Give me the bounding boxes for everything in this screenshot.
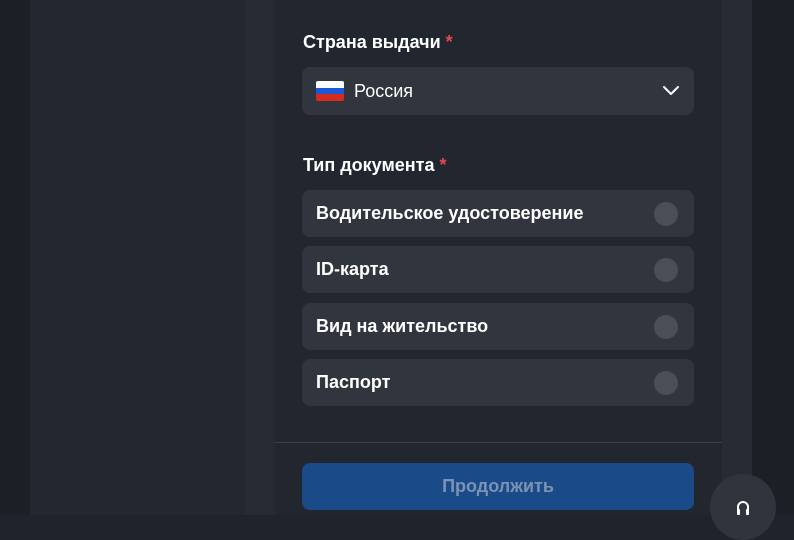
side-panel [30, 0, 245, 515]
required-mark: * [445, 32, 453, 52]
country-select[interactable]: Россия [302, 67, 694, 115]
chevron-down-icon [663, 86, 679, 95]
verification-form-card: Страна выдачи * Россия Тип документа * Вод… [275, 0, 722, 515]
support-chat-button[interactable] [710, 474, 776, 540]
background-gap [245, 0, 275, 515]
required-mark: * [439, 155, 447, 175]
footer-divider [275, 442, 722, 443]
doc-option-residence-permit[interactable]: Вид на жительство [302, 303, 694, 350]
radio-button[interactable] [654, 370, 678, 395]
doc-option-id-card[interactable]: ID-карта [302, 246, 694, 293]
country-label: Страна выдачи * [303, 32, 453, 53]
doc-option-label: Паспорт [316, 372, 391, 392]
background-far-right [752, 0, 794, 515]
doc-type-label: Тип документа * [303, 155, 447, 176]
background-right-gap [722, 0, 752, 515]
doc-option-drivers-license[interactable]: Водительское удостоверение [302, 190, 694, 237]
continue-button[interactable]: Продолжить [302, 463, 694, 510]
doc-type-label-text: Тип документа [303, 155, 435, 175]
doc-option-label: Вид на жительство [316, 316, 489, 336]
doc-option-passport[interactable]: Паспорт [302, 359, 694, 406]
radio-button[interactable] [654, 314, 678, 339]
country-label-text: Страна выдачи [303, 32, 441, 52]
headset-icon [737, 501, 749, 515]
doc-option-label: Водительское удостоверение [316, 203, 584, 223]
russia-flag-icon [316, 81, 344, 101]
radio-button[interactable] [654, 201, 678, 226]
radio-button[interactable] [654, 257, 678, 282]
country-select-value: Россия [354, 80, 414, 101]
doc-option-label: ID-карта [316, 259, 389, 279]
background-left-strip [0, 0, 30, 515]
